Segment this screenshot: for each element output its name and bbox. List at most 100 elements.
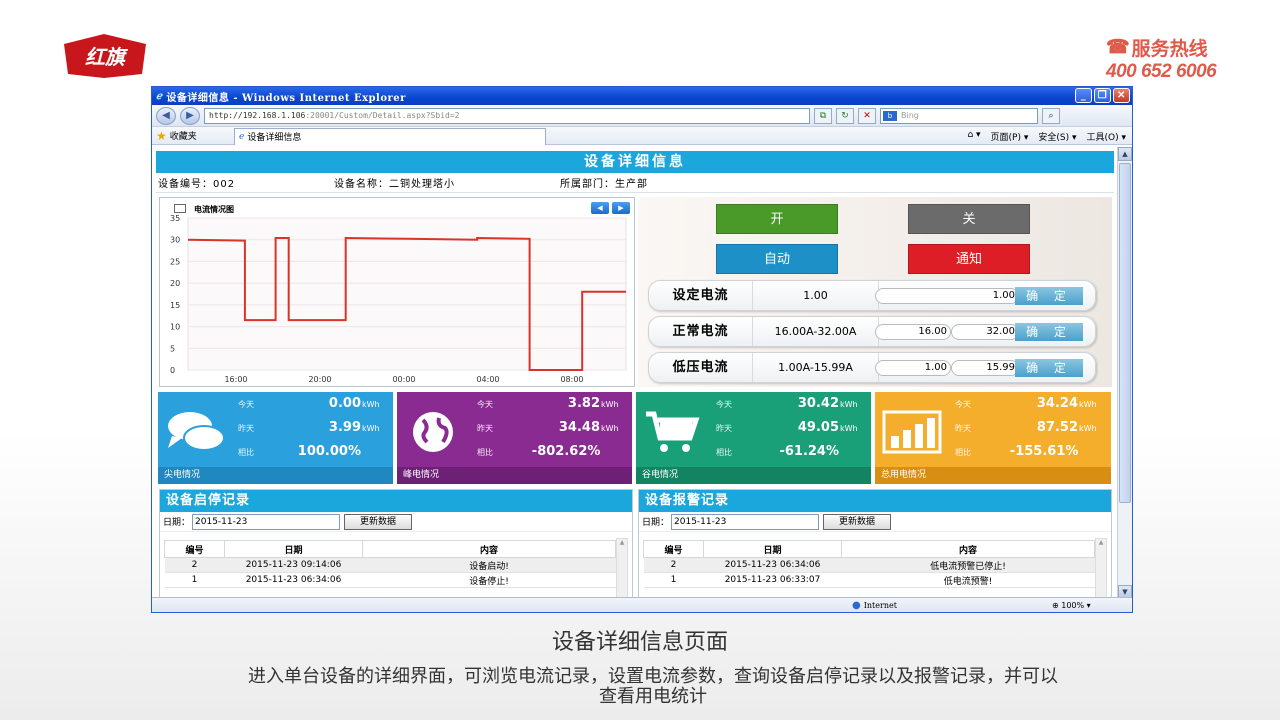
- table-row[interactable]: 2 2015-11-23 06:34:06 低电流预警已停止!: [643, 557, 1095, 573]
- col-date: 日期: [703, 540, 842, 558]
- alarm-refresh-button[interactable]: 更新数据: [823, 513, 892, 530]
- tab-title: 设备详细信息: [247, 133, 302, 143]
- power-on-button[interactable]: 开: [716, 204, 838, 234]
- tab-device-detail[interactable]: ℯ 设备详细信息: [234, 127, 546, 145]
- notify-button[interactable]: 通知: [908, 244, 1030, 274]
- start-stop-date-label: 日期：: [163, 518, 191, 528]
- page-menu[interactable]: 页面(P) ▾: [991, 130, 1029, 143]
- tile-row-yesterday: 昨天 49.05 kWh: [716, 420, 858, 440]
- normal-current-label: 正常电流: [649, 317, 753, 346]
- cell-content: 低电流预警!: [841, 572, 1095, 588]
- col-content: 内容: [362, 540, 616, 558]
- safety-menu[interactable]: 安全(S) ▾: [1038, 130, 1076, 143]
- control-panel: 开 关 自动 通知 设定电流 1.00 1.00 确 定 正常电流 16.00A…: [638, 197, 1112, 387]
- table-row[interactable]: 2 2015-11-23 09:14:06 设备启动!: [164, 557, 616, 573]
- cell-number: 1: [164, 572, 225, 588]
- x-tick-label: 08:00: [560, 375, 583, 384]
- tools-menu[interactable]: 工具(O) ▾: [1087, 130, 1127, 143]
- bing-icon: b: [883, 110, 897, 121]
- window-title: 设备详细信息 - Windows Internet Explorer: [166, 92, 406, 104]
- tile-row-ratio: 相比 -802.62%: [477, 444, 619, 464]
- tile-unit: kWh: [1079, 424, 1097, 433]
- forward-button[interactable]: ▶: [180, 106, 200, 125]
- tile-label-today: 今天: [955, 400, 971, 409]
- tile-value-today: 3.82: [567, 396, 600, 411]
- tile-value-yesterday: 3.99: [328, 420, 361, 435]
- tile-unit: kWh: [601, 400, 619, 409]
- zoom-control[interactable]: ⊕ 100% ▾: [1052, 601, 1091, 610]
- scroll-thumb[interactable]: [1119, 163, 1131, 503]
- y-tick-label: 0: [170, 366, 175, 375]
- auto-button[interactable]: 自动: [716, 244, 838, 274]
- table-row[interactable]: 1 2015-11-23 06:34:06 设备停止!: [164, 572, 616, 588]
- zoom-level: 100%: [1061, 600, 1085, 610]
- bar-chart-icon: [882, 410, 942, 454]
- close-button[interactable]: ✕: [1113, 88, 1130, 103]
- alarm-date-input[interactable]: 2015-11-23: [671, 513, 820, 530]
- low-current-range: 1.00A-15.99A: [753, 353, 879, 382]
- normal-current-range: 16.00A-32.00A: [753, 317, 879, 346]
- search-placeholder: Bing: [901, 110, 919, 120]
- low-current-row: 低压电流 1.00A-15.99A 1.00 15.99 确 定: [648, 352, 1096, 383]
- brand-logo-text: 红旗: [85, 45, 129, 69]
- maximize-button[interactable]: ❐: [1094, 88, 1111, 103]
- tile-label-yesterday: 昨天: [955, 424, 971, 433]
- tile-footer: 总用电情况: [875, 467, 1111, 484]
- normal-current-max-input[interactable]: 32.00: [951, 324, 1019, 340]
- refresh-button[interactable]: ↻: [836, 107, 854, 124]
- alarm-scrollbar[interactable]: ▲: [1095, 538, 1107, 598]
- col-date: 日期: [224, 540, 363, 558]
- tile-row-today: 今天 34.24 kWh: [955, 396, 1097, 416]
- alarm-title: 设备报警记录: [639, 490, 1111, 512]
- minimize-button[interactable]: _: [1075, 88, 1092, 103]
- set-current-input[interactable]: 1.00: [875, 288, 1019, 304]
- address-toolbar: ◀ ▶ http://192.168.1.106 :20001/Custom/D…: [152, 105, 1132, 127]
- tile-value-ratio: -802.62%: [531, 444, 601, 459]
- x-tick-label: 20:00: [308, 375, 331, 384]
- favorites-button[interactable]: ★ 收藏夹: [156, 129, 234, 143]
- tile-row-yesterday: 昨天 3.99 kWh: [238, 420, 380, 440]
- y-tick-label: 35: [170, 214, 180, 223]
- start-stop-date-input[interactable]: 2015-11-23: [192, 513, 341, 530]
- y-tick-label: 25: [170, 257, 180, 266]
- start-stop-scrollbar[interactable]: ▲: [616, 538, 628, 598]
- low-current-max-input[interactable]: 15.99: [951, 360, 1019, 376]
- normal-current-min-input[interactable]: 16.00: [875, 324, 951, 340]
- plot-area: [187, 217, 627, 371]
- address-bar[interactable]: http://192.168.1.106 :20001/Custom/Detai…: [204, 107, 810, 124]
- normal-current-confirm-button[interactable]: 确 定: [1015, 323, 1083, 341]
- browser-window: ℯ 设备详细信息 - Windows Internet Explorer _ ❐…: [151, 86, 1133, 613]
- search-icon[interactable]: ⌕: [1042, 107, 1060, 124]
- ie-icon: ℯ: [156, 90, 163, 102]
- y-tick-label: 20: [170, 279, 180, 288]
- table-row[interactable]: 1 2015-11-23 06:33:07 低电流预警!: [643, 572, 1095, 588]
- compat-view-button[interactable]: ⧉: [814, 107, 832, 124]
- home-icon[interactable]: ⌂ ▾: [967, 130, 980, 143]
- page-scrollbar[interactable]: ▲ ▼: [1117, 147, 1132, 599]
- power-off-button[interactable]: 关: [908, 204, 1030, 234]
- search-input[interactable]: b Bing: [880, 107, 1038, 124]
- tile-footer: 峰电情况: [397, 467, 632, 484]
- device-info: 设备编号：002 设备名称：二铜处理塔小 所属部门：生产部: [156, 173, 1114, 193]
- tile-unit: kWh: [840, 424, 858, 433]
- low-current-confirm-button[interactable]: 确 定: [1015, 359, 1083, 377]
- x-tick-label: 04:00: [476, 375, 499, 384]
- device-name: 设备名称：二铜处理塔小: [334, 179, 455, 190]
- tile-footer: 谷电情况: [636, 467, 871, 484]
- scroll-up-icon[interactable]: ▲: [1118, 147, 1132, 161]
- low-current-min-input[interactable]: 1.00: [875, 360, 951, 376]
- back-button[interactable]: ◀: [156, 106, 176, 125]
- start-stop-refresh-button[interactable]: 更新数据: [344, 513, 413, 530]
- zone-label: Internet: [863, 600, 897, 610]
- tile-value-yesterday: 49.05: [797, 420, 839, 435]
- globe-icon: ●: [852, 599, 861, 611]
- low-current-label: 低压电流: [649, 353, 753, 382]
- set-current-confirm-button[interactable]: 确 定: [1015, 287, 1083, 305]
- address-host: http://192.168.1.106: [209, 111, 306, 120]
- globe-icon: [413, 412, 453, 452]
- cell-number: 2: [643, 557, 704, 573]
- tile-row-today: 今天 30.42 kWh: [716, 396, 858, 416]
- stop-button[interactable]: ✕: [858, 107, 876, 124]
- tile-row-ratio: 相比 100.00%: [238, 444, 380, 464]
- brand-logo: 红旗: [64, 34, 146, 78]
